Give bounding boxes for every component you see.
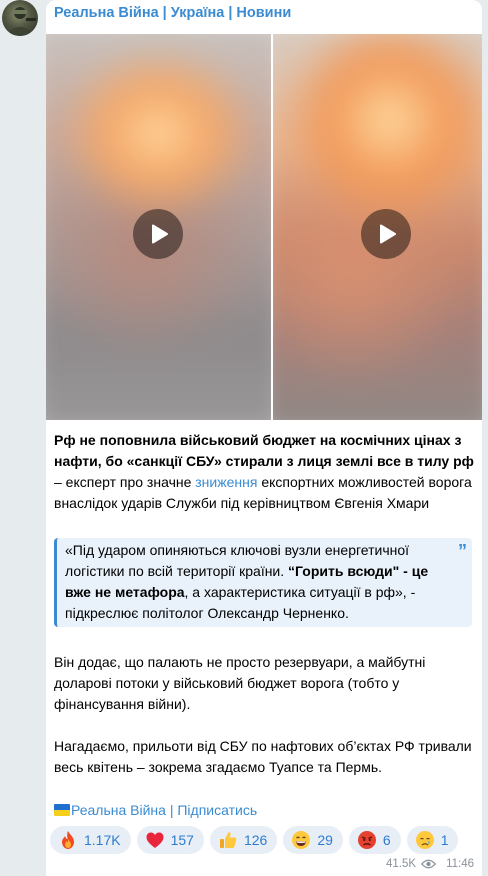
post-paragraph-1: Рф не поповнила військовий бюджет на кос…: [54, 430, 474, 514]
red-heart-icon: [146, 832, 164, 848]
eye-icon: [421, 859, 437, 869]
message-meta: 41.5K 11:46: [386, 858, 474, 870]
play-icon: [380, 224, 396, 244]
reaction-count: 1: [440, 832, 449, 848]
reaction-count: 157: [170, 832, 194, 848]
quote-mark-icon: ”: [458, 541, 467, 561]
grinning-face-icon: [292, 831, 311, 849]
reaction-crying[interactable]: 1: [406, 826, 459, 854]
reaction-fire[interactable]: 1.17K: [50, 826, 131, 854]
video-thumbnail-1[interactable]: [46, 34, 271, 420]
thumbs-up-icon: [219, 832, 237, 848]
crying-face-icon: [415, 831, 434, 849]
post-paragraph-3: Нагадаємо, прильоти від СБУ по нафтових …: [54, 738, 472, 775]
channel-avatar[interactable]: [2, 0, 38, 36]
view-count: 41.5K: [386, 858, 417, 870]
message-bubble: Реальна Війна | Україна | Новини Рф не п…: [46, 0, 482, 876]
reaction-count: 29: [317, 832, 333, 848]
angry-face-icon: [357, 831, 376, 849]
reaction-thumbs-up[interactable]: 126: [209, 826, 278, 854]
post-paragraph-2: Він додає, що палають не просто резервуа…: [54, 654, 426, 712]
reaction-grinning[interactable]: 29: [283, 826, 343, 854]
play-icon: [152, 224, 168, 244]
quote-text: «Під ударом опиняються ключові вузли ене…: [65, 540, 457, 624]
reaction-heart[interactable]: 157: [136, 826, 204, 854]
post-headline: Рф не поповнила військовий бюджет на кос…: [54, 432, 474, 469]
reactions-bar: 1.17K 157 126 29 6 1: [50, 826, 459, 854]
video-thumbnail-2[interactable]: [273, 34, 482, 420]
blockquote: «Під ударом опиняються ключові вузли ене…: [54, 538, 472, 627]
post-link[interactable]: зниження: [195, 474, 257, 490]
reaction-count: 1.17K: [84, 832, 121, 848]
play-button[interactable]: [361, 209, 411, 259]
ukraine-flag-icon: [54, 804, 70, 816]
reaction-count: 126: [243, 832, 268, 848]
reaction-count: 6: [382, 832, 391, 848]
channel-name[interactable]: Реальна Війна | Україна | Новини: [54, 5, 291, 21]
subscribe-link-text[interactable]: Реальна Війна | Підписатись: [71, 802, 257, 818]
play-button[interactable]: [133, 209, 183, 259]
reaction-angry[interactable]: 6: [348, 826, 401, 854]
post-text: – експерт про значне: [54, 474, 196, 490]
message-time: 11:46: [446, 858, 474, 870]
media-grid: [46, 34, 482, 420]
subscribe-link[interactable]: Реальна Війна | Підписатись: [54, 800, 257, 820]
fire-icon: [62, 831, 74, 849]
